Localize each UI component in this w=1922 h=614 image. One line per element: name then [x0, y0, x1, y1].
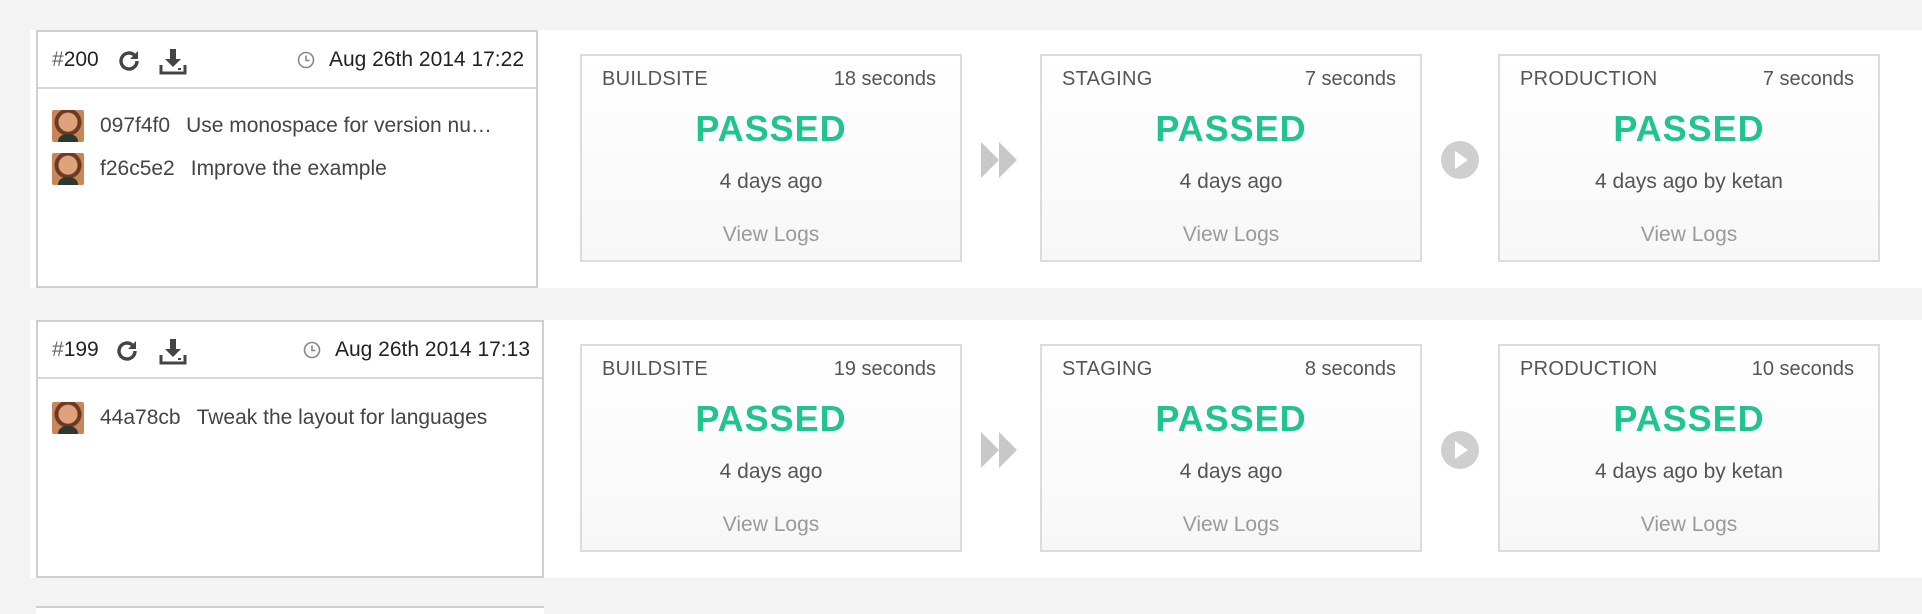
- auto-trigger-connector: [978, 428, 1022, 472]
- fast-forward-icon: [981, 142, 1017, 178]
- stage-duration: 8 seconds: [1304, 358, 1396, 380]
- view-logs-link[interactable]: View Logs: [1042, 223, 1420, 247]
- stage-status: PASSED: [1155, 108, 1307, 149]
- stage-staging: STAGING 7 seconds PASSED 4 days ago View…: [1040, 54, 1422, 262]
- play-icon: [1441, 431, 1479, 469]
- build-timestamp: Aug 26th 2014 17:13: [303, 338, 530, 362]
- stage-status: PASSED: [1613, 108, 1765, 149]
- stage-duration: 7 seconds: [1762, 68, 1854, 90]
- commit-message: Improve the example: [190, 157, 387, 180]
- download-icon: [159, 339, 187, 365]
- build-info: #199 Aug 26th 2014 17:13 44a78cb Tweak t…: [36, 320, 544, 578]
- rerun-icon: [119, 51, 139, 71]
- stage-name: STAGING: [1062, 358, 1153, 380]
- stage-status: PASSED: [1155, 398, 1307, 439]
- stage-production: PRODUCTION 10 seconds PASSED 4 days ago …: [1498, 344, 1880, 552]
- stage-duration: 19 seconds: [833, 358, 936, 380]
- avatar: [52, 153, 84, 185]
- stage-time-ago: 4 days ago: [1179, 170, 1283, 193]
- commit-message: Tweak the layout for languages: [196, 406, 488, 429]
- avatar: [52, 110, 84, 142]
- fast-forward-icon: [981, 432, 1017, 468]
- stage-name: BUILDSITE: [602, 68, 709, 90]
- download-icon: [159, 49, 187, 75]
- stage-duration: 7 seconds: [1304, 68, 1396, 90]
- rerun-icon: [117, 341, 137, 361]
- build-info: #200 Aug 26th 2014 17:22 097f4f0 Use mon…: [36, 30, 538, 288]
- play-icon: [1441, 141, 1479, 179]
- commit-sha: 097f4f0: [100, 114, 171, 137]
- build-timestamp: Aug 26th 2014 17:22: [297, 48, 524, 72]
- build-header: #200 Aug 26th 2014 17:22: [38, 32, 536, 89]
- manual-trigger-button[interactable]: [1438, 138, 1482, 182]
- view-logs-link[interactable]: View Logs: [1500, 223, 1878, 247]
- stage-time-ago: 4 days ago by ketan: [1595, 170, 1783, 193]
- view-logs-link[interactable]: View Logs: [1042, 513, 1420, 537]
- stage-production: PRODUCTION 7 seconds PASSED 4 days ago b…: [1498, 54, 1880, 262]
- avatar: [52, 402, 84, 434]
- download-button[interactable]: [156, 44, 190, 78]
- build-row: #200 Aug 26th 2014 17:22 097f4f0 Use mon…: [30, 30, 1922, 288]
- rerun-button[interactable]: [110, 334, 144, 368]
- view-logs-link[interactable]: View Logs: [1500, 513, 1878, 537]
- stage-name: PRODUCTION: [1520, 68, 1658, 90]
- rerun-button[interactable]: [112, 44, 146, 78]
- stage-time-ago: 4 days ago by ketan: [1595, 460, 1783, 483]
- auto-trigger-connector: [978, 138, 1022, 182]
- commit-sha: f26c5e2: [100, 157, 175, 180]
- stage-time-ago: 4 days ago: [719, 460, 823, 483]
- build-number[interactable]: #200: [52, 48, 99, 72]
- stage-time-ago: 4 days ago: [1179, 460, 1283, 483]
- stage-status: PASSED: [1613, 398, 1765, 439]
- build-number[interactable]: #199: [52, 338, 99, 362]
- stage-name: STAGING: [1062, 68, 1153, 90]
- stage-status: PASSED: [695, 398, 847, 439]
- commit-item[interactable]: f26c5e2 Improve the example: [52, 151, 522, 187]
- stage-staging: STAGING 8 seconds PASSED 4 days ago View…: [1040, 344, 1422, 552]
- download-button[interactable]: [156, 334, 190, 368]
- build-header: #199 Aug 26th 2014 17:13: [38, 322, 542, 379]
- stage-buildsite: BUILDSITE 18 seconds PASSED 4 days ago V…: [580, 54, 962, 262]
- view-logs-link[interactable]: View Logs: [582, 513, 960, 537]
- commit-message: Use monospace for version nu…: [186, 114, 492, 137]
- stage-time-ago: 4 days ago: [719, 170, 823, 193]
- commit-sha: 44a78cb: [100, 406, 181, 429]
- stage-name: PRODUCTION: [1520, 358, 1658, 380]
- build-row: #199 Aug 26th 2014 17:13 44a78cb Tweak t…: [30, 320, 1922, 578]
- clock-icon: [297, 51, 315, 69]
- stage-name: BUILDSITE: [602, 358, 709, 380]
- stage-status: PASSED: [695, 108, 847, 149]
- stage-duration: 18 seconds: [833, 68, 936, 90]
- clock-icon: [303, 341, 321, 359]
- commit-item[interactable]: 44a78cb Tweak the layout for languages: [52, 400, 522, 436]
- commit-item[interactable]: 097f4f0 Use monospace for version nu…: [52, 108, 522, 144]
- stage-duration: 10 seconds: [1751, 358, 1854, 380]
- view-logs-link[interactable]: View Logs: [582, 223, 960, 247]
- next-build-peek: [36, 606, 544, 614]
- manual-trigger-button[interactable]: [1438, 428, 1482, 472]
- stage-buildsite: BUILDSITE 19 seconds PASSED 4 days ago V…: [580, 344, 962, 552]
